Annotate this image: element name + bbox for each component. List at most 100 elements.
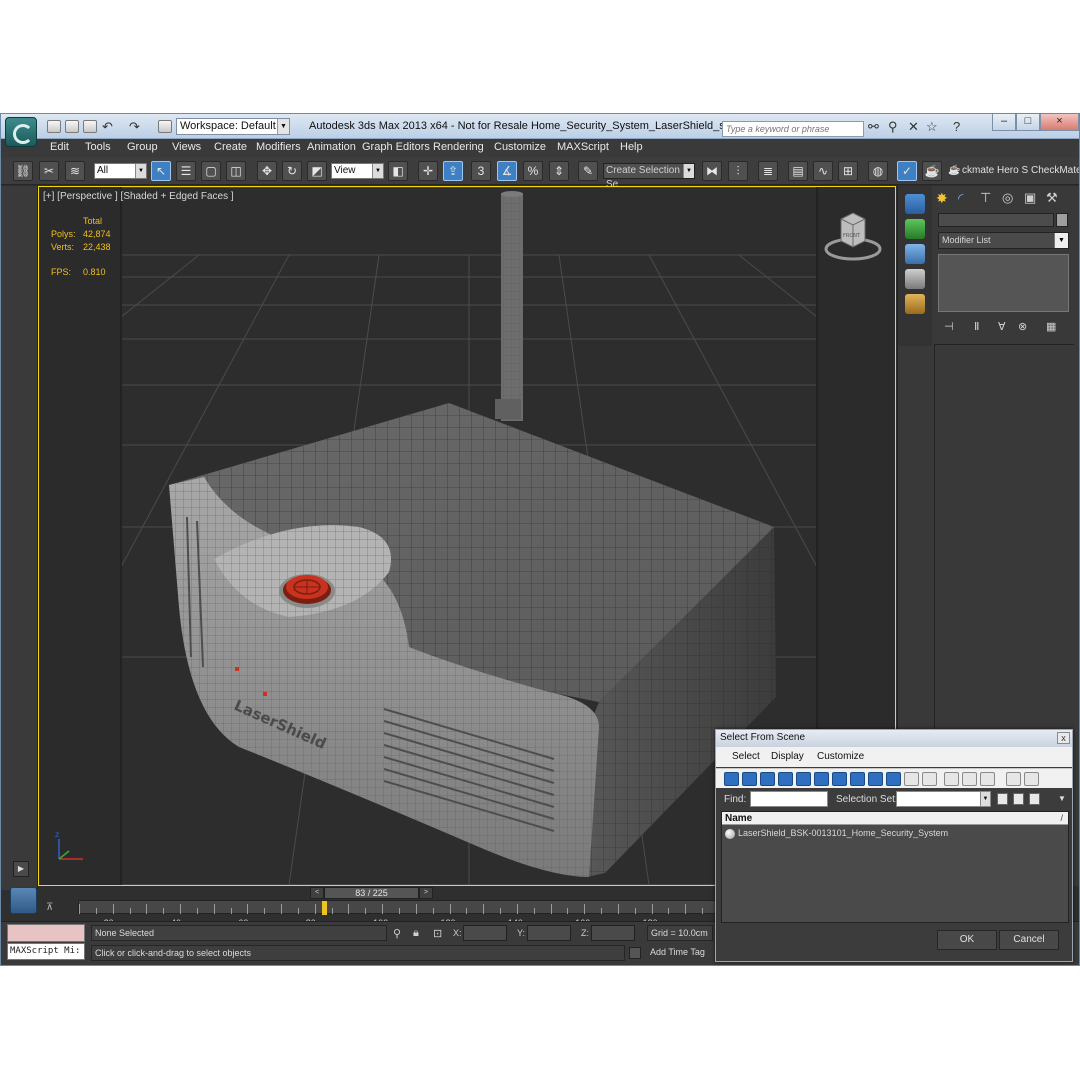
display-shapes-icon[interactable] bbox=[742, 772, 757, 786]
menu-create[interactable]: Create bbox=[214, 141, 247, 153]
current-frame-marker[interactable] bbox=[321, 901, 327, 915]
viewcube-icon[interactable]: FRONT bbox=[823, 203, 883, 265]
x-coord-field[interactable] bbox=[463, 925, 507, 941]
time-slider-next-button[interactable]: > bbox=[419, 887, 433, 899]
dialog-menu-select[interactable]: Select bbox=[732, 751, 760, 762]
menu-tools[interactable]: Tools bbox=[85, 141, 111, 153]
window-crossing-tool[interactable]: ◫ bbox=[226, 161, 246, 181]
checkmark-tool-icon[interactable] bbox=[905, 194, 925, 214]
bind-to-space-warp-tool[interactable]: ≋ bbox=[65, 161, 85, 181]
help-search-input[interactable] bbox=[722, 121, 864, 137]
menu-help[interactable]: Help bbox=[620, 141, 643, 153]
time-slider-prev-button[interactable]: < bbox=[310, 887, 324, 899]
select-and-link-tool[interactable]: ⛓ bbox=[13, 161, 33, 181]
keyboard-shortcut-override-tool[interactable]: ⇪ bbox=[443, 161, 463, 181]
batch-tool-icon[interactable] bbox=[905, 294, 925, 314]
selection-set-dropdown[interactable]: ▼ bbox=[896, 791, 991, 807]
track-ruler[interactable] bbox=[78, 900, 720, 914]
menu-animation[interactable]: Animation bbox=[307, 141, 356, 153]
absolute-mode-icon[interactable]: ⊡ bbox=[433, 927, 442, 940]
create-tab-icon[interactable]: ✸ bbox=[936, 190, 955, 208]
display-invert-icon[interactable] bbox=[980, 772, 995, 786]
binoculars-icon[interactable]: ⚯ bbox=[868, 119, 879, 135]
selection-lock-icon[interactable]: 🔒︎ bbox=[413, 927, 419, 940]
select-by-name-tool[interactable]: ☰ bbox=[176, 161, 196, 181]
display-hidden-icon[interactable] bbox=[922, 772, 937, 786]
schematic-view-tool[interactable]: ⊞ bbox=[838, 161, 858, 181]
display-lights-icon[interactable] bbox=[760, 772, 775, 786]
subscription-icon[interactable]: ⚲ bbox=[888, 119, 898, 135]
copy-selection-set-icon[interactable] bbox=[1013, 793, 1024, 805]
unlink-selection-tool[interactable]: ✂ bbox=[39, 161, 59, 181]
select-manipulate-tool[interactable]: ✛ bbox=[418, 161, 438, 181]
dialog-menu-display[interactable]: Display bbox=[771, 751, 804, 762]
named-selection-dropdown[interactable]: Create Selection Se ▼ bbox=[603, 163, 695, 190]
menu-graph-editors[interactable]: Graph Editors bbox=[362, 141, 430, 153]
drill-tool-icon[interactable] bbox=[905, 219, 925, 239]
viewport-label[interactable]: [+] [Perspective ] [Shaded + Edged Faces… bbox=[43, 191, 234, 202]
align-tool[interactable]: ⫶ bbox=[728, 161, 748, 181]
display-geometry-icon[interactable] bbox=[724, 772, 739, 786]
display-all-icon[interactable] bbox=[944, 772, 959, 786]
maxscript-mini-listener-input[interactable]: MAXScript Mi: bbox=[7, 943, 85, 960]
menu-customize[interactable]: Customize bbox=[494, 141, 546, 153]
pin-stack-icon[interactable]: ⊣ bbox=[944, 320, 954, 333]
project-folder-icon[interactable] bbox=[158, 120, 172, 133]
redo-icon[interactable]: ↷ bbox=[129, 119, 140, 135]
display-none-icon[interactable] bbox=[962, 772, 977, 786]
monitor-tool-icon[interactable] bbox=[905, 269, 925, 289]
menu-edit[interactable]: Edit bbox=[50, 141, 69, 153]
display-cameras-icon[interactable] bbox=[778, 772, 793, 786]
utilities-tab-icon[interactable]: ⚒ bbox=[1046, 190, 1065, 208]
object-color-swatch[interactable] bbox=[1056, 213, 1068, 227]
close-button[interactable]: × bbox=[1040, 114, 1079, 131]
select-and-rotate-tool[interactable]: ↻ bbox=[282, 161, 302, 181]
selection-region-tool[interactable]: ▢ bbox=[201, 161, 221, 181]
filter-options-icon[interactable] bbox=[1024, 772, 1039, 786]
select-object-tool[interactable]: ↖ bbox=[151, 161, 171, 181]
paste-selection-set-icon[interactable] bbox=[1029, 793, 1040, 805]
display-frozen-icon[interactable] bbox=[904, 772, 919, 786]
display-groups-icon[interactable] bbox=[832, 772, 847, 786]
menu-rendering[interactable]: Rendering bbox=[433, 141, 484, 153]
teapot-render-icon[interactable]: ☕ bbox=[948, 165, 960, 176]
new-file-icon[interactable] bbox=[47, 120, 61, 133]
mini-curve-editor-button[interactable] bbox=[10, 887, 37, 914]
list-item[interactable]: LaserShield_BSK-0013101_Home_Security_Sy… bbox=[722, 827, 1068, 841]
angle-snap-tool[interactable]: ∡ bbox=[497, 161, 517, 181]
object-name-field[interactable] bbox=[938, 213, 1054, 227]
undo-icon[interactable]: ↶ bbox=[102, 119, 113, 135]
remove-modifier-icon[interactable]: ⊗ bbox=[1018, 320, 1027, 333]
percent-snap-tool[interactable]: % bbox=[523, 161, 543, 181]
menu-modifiers[interactable]: Modifiers bbox=[256, 141, 301, 153]
dialog-menu-customize[interactable]: Customize bbox=[817, 751, 864, 762]
more-options-icon[interactable]: ▼ bbox=[1058, 794, 1066, 803]
ok-button[interactable]: OK bbox=[937, 930, 997, 950]
menu-maxscript[interactable]: MAXScript bbox=[557, 141, 609, 153]
graphite-modeling-tool[interactable]: ▤ bbox=[788, 161, 808, 181]
menu-views[interactable]: Views bbox=[172, 141, 201, 153]
material-editor-tool[interactable]: ◍ bbox=[868, 161, 888, 181]
make-unique-icon[interactable]: ∀ bbox=[998, 320, 1006, 333]
filter-track-icon[interactable]: ⊼ bbox=[46, 902, 64, 916]
motion-tab-icon[interactable]: ◎ bbox=[1002, 190, 1021, 208]
menu-group[interactable]: Group bbox=[127, 141, 158, 153]
layer-manager-tool[interactable]: ≣ bbox=[758, 161, 778, 181]
display-helpers-icon[interactable] bbox=[796, 772, 811, 786]
edit-selection-set-icon[interactable] bbox=[997, 793, 1008, 805]
z-coord-field[interactable] bbox=[591, 925, 635, 941]
configure-sets-icon[interactable]: ▦ bbox=[1046, 320, 1056, 333]
select-and-move-tool[interactable]: ✥ bbox=[257, 161, 277, 181]
select-and-scale-tool[interactable]: ◩ bbox=[307, 161, 327, 181]
favorites-star-icon[interactable]: ☆ bbox=[926, 119, 938, 135]
save-file-icon[interactable] bbox=[83, 120, 97, 133]
spinner-snap-tool[interactable]: ⇕ bbox=[549, 161, 569, 181]
minimize-button[interactable]: – bbox=[992, 114, 1016, 131]
curve-editor-tool[interactable]: ∿ bbox=[813, 161, 833, 181]
display-xrefs-icon[interactable] bbox=[850, 772, 865, 786]
filter-icon[interactable] bbox=[1006, 772, 1021, 786]
app-logo-icon[interactable] bbox=[5, 117, 37, 147]
render-setup-tool[interactable]: ✓ bbox=[897, 161, 917, 181]
modifier-stack[interactable] bbox=[938, 254, 1069, 312]
modify-tab-icon[interactable]: ◜ bbox=[958, 190, 977, 208]
